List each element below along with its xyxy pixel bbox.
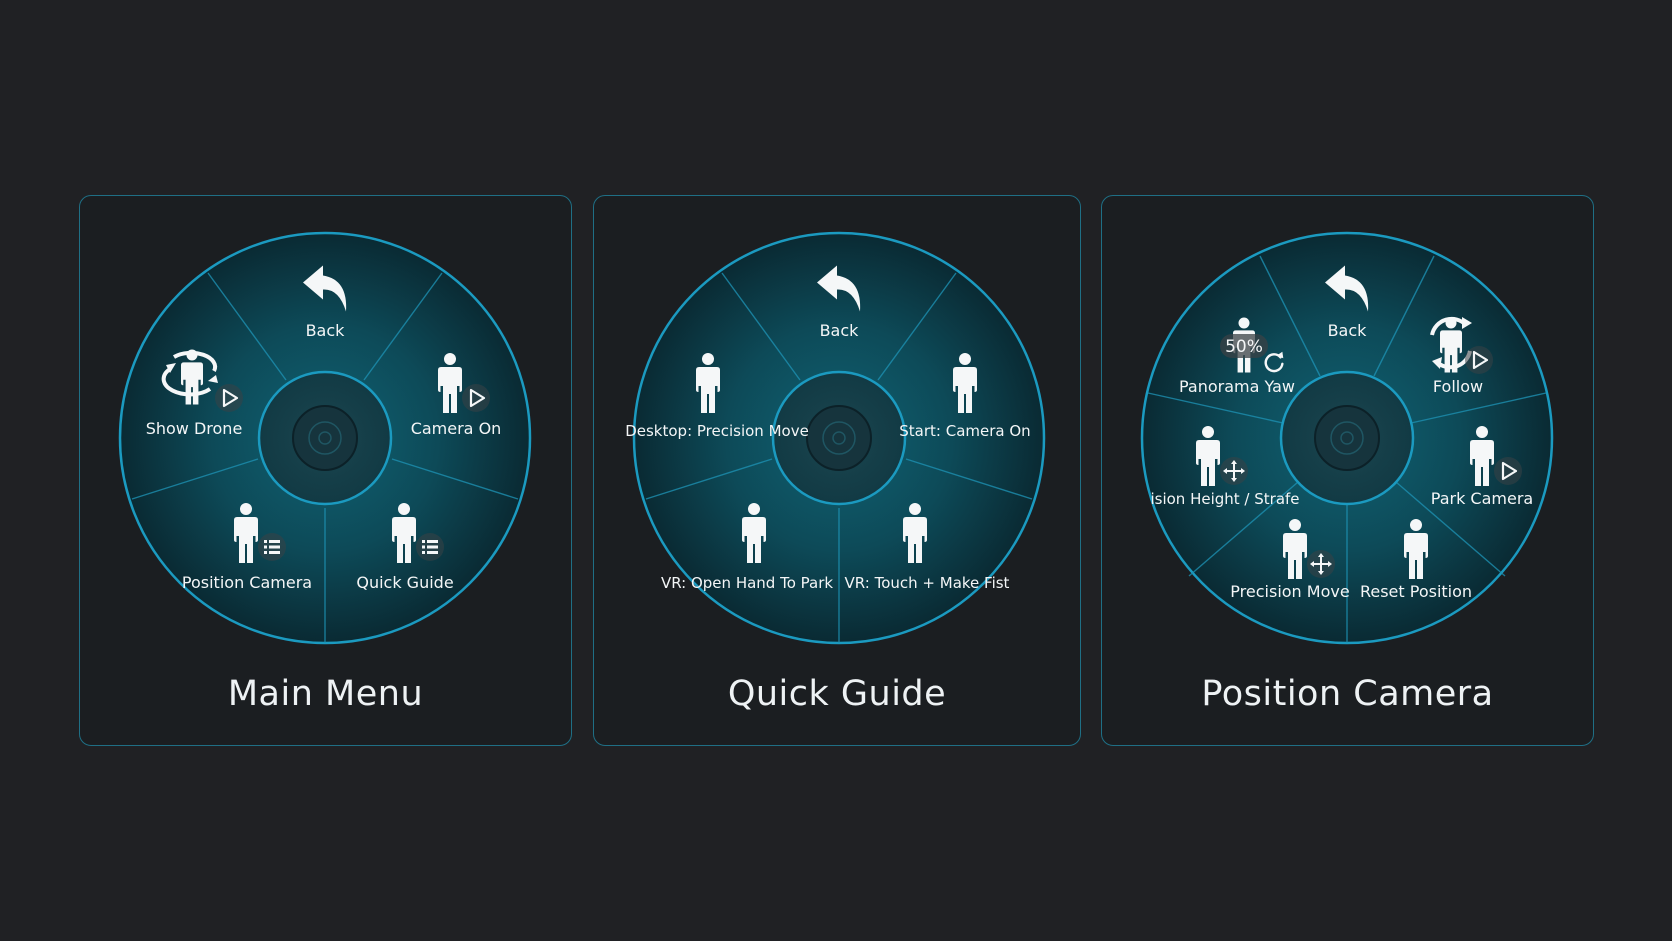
stage: Back Show Drone Camera On Position Camer… — [0, 0, 1672, 941]
play-icon — [1494, 457, 1522, 485]
panel-main-menu: Back Show Drone Camera On Position Camer… — [79, 195, 572, 746]
show-drone-label: Show Drone — [146, 419, 243, 438]
list-icon — [416, 533, 444, 561]
start-camera-on-label: Start: Camera On — [899, 422, 1030, 440]
radial-menu-position-camera: Back 50% Panorama Yaw Follow ision Heigh… — [1140, 231, 1554, 645]
center-target-icon[interactable] — [1279, 370, 1415, 506]
move-arrows-icon — [1220, 457, 1248, 485]
list-icon — [258, 533, 286, 561]
back-label: Back — [306, 321, 346, 340]
panel-title: Main Menu — [227, 674, 424, 714]
vr-open-hand-to-park-label: VR: Open Hand To Park — [661, 574, 833, 592]
panorama-yaw-label: Panorama Yaw — [1179, 377, 1295, 396]
precision-height-strafe-label: ision Height / Strafe — [1150, 490, 1299, 508]
radial-menu-quick-guide: Back Desktop: Precision Move Start: Came… — [625, 231, 1046, 645]
play-icon — [462, 384, 490, 412]
center-target-icon[interactable] — [257, 370, 393, 506]
panel-title: Position Camera — [1201, 674, 1494, 714]
park-camera-label: Park Camera — [1431, 489, 1533, 508]
follow-label: Follow — [1433, 377, 1483, 396]
desktop-precision-move-label: Desktop: Precision Move — [625, 422, 809, 440]
position-camera-label: Position Camera — [182, 573, 312, 592]
quick-guide-label: Quick Guide — [356, 573, 453, 592]
panel-position-camera: Back 50% Panorama Yaw Follow ision Heigh… — [1101, 195, 1594, 746]
back-label: Back — [1328, 321, 1368, 340]
panel-title: Quick Guide — [727, 674, 947, 714]
radial-menu-main: Back Show Drone Camera On Position Camer… — [118, 231, 532, 645]
play-icon — [1465, 346, 1493, 374]
move-arrows-icon — [1307, 550, 1335, 578]
reset-position-label: Reset Position — [1360, 582, 1472, 601]
vr-touch-make-fist-label: VR: Touch + Make Fist — [845, 574, 1010, 592]
play-icon — [215, 384, 243, 412]
panel-quick-guide: Back Desktop: Precision Move Start: Came… — [593, 195, 1081, 746]
camera-on-label: Camera On — [411, 419, 502, 438]
back-label: Back — [820, 321, 860, 340]
panorama-yaw-percent: 50% — [1225, 337, 1263, 357]
precision-move-label: Precision Move — [1230, 582, 1349, 601]
